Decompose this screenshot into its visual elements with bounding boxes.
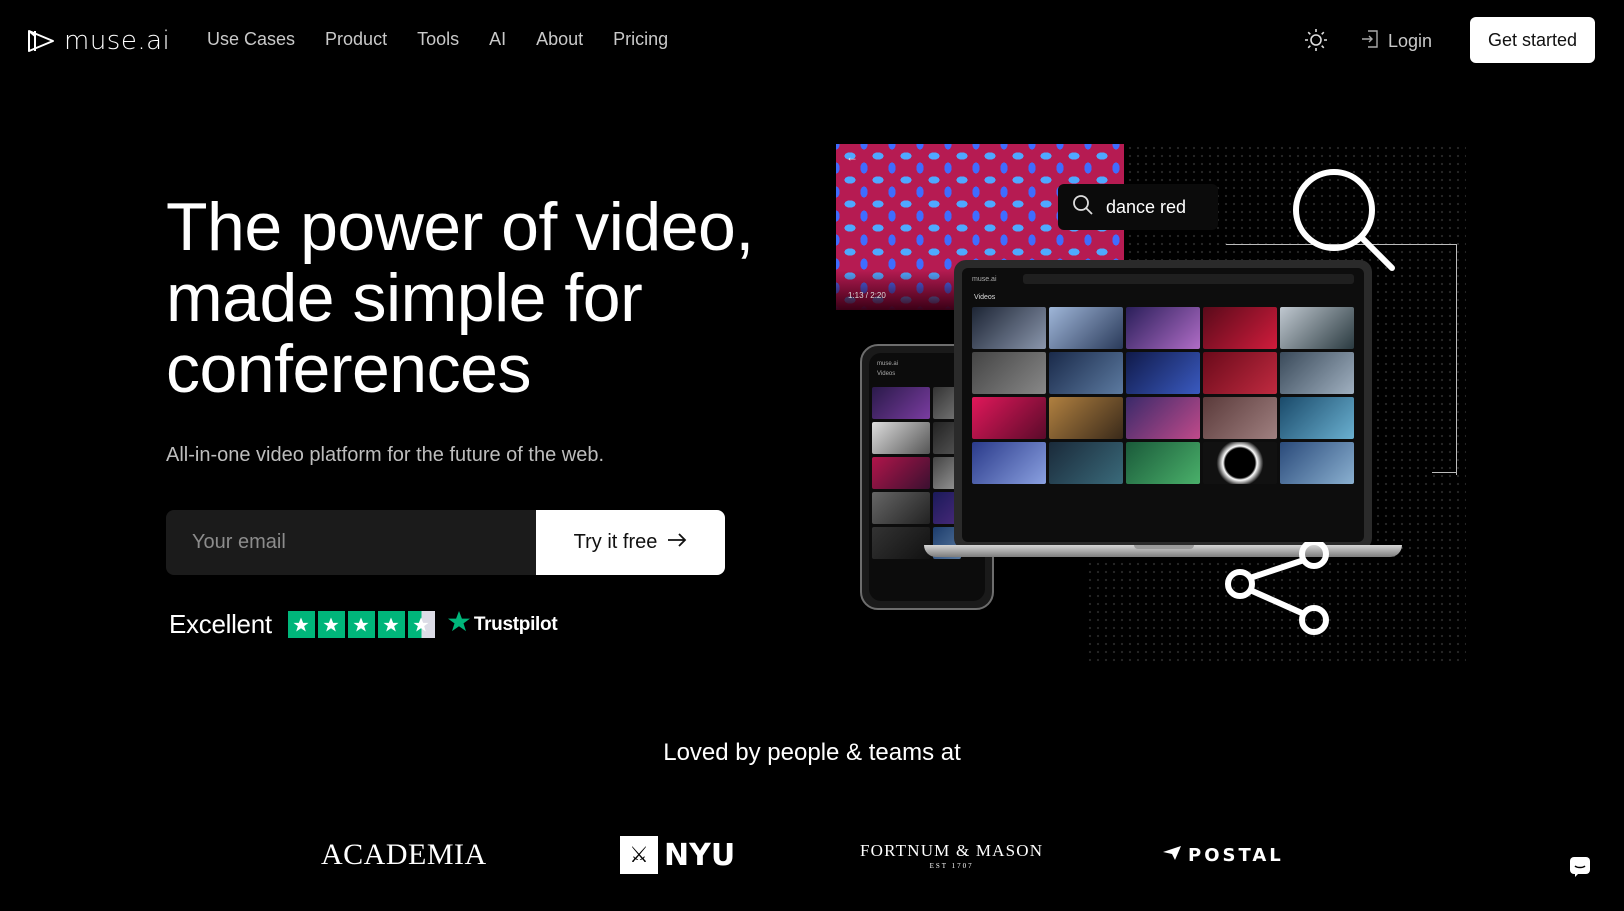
video-tile (972, 442, 1046, 484)
video-tile (872, 492, 930, 524)
muse-logo-icon (26, 28, 56, 54)
sun-icon[interactable] (1304, 28, 1328, 52)
video-timestamp: 1:13 / 2:20 (848, 291, 886, 300)
video-tile (1049, 352, 1123, 394)
video-tile (972, 307, 1046, 349)
rating-stars (287, 611, 435, 638)
postal-logo: POSTAL (1162, 830, 1284, 880)
fortnum-text: FORTNUM & MASON (860, 840, 1044, 860)
rating-word: Excellent (169, 609, 272, 639)
search-query: dance red (1106, 196, 1187, 217)
search-icon (1072, 194, 1094, 221)
login-label: Login (1388, 31, 1433, 51)
video-tile (872, 527, 930, 559)
video-tile (1126, 442, 1200, 484)
video-tile (872, 457, 930, 489)
phone-video-grid (872, 387, 961, 559)
academia-logo: ACADEMIA (321, 838, 487, 871)
nav-about[interactable]: About (536, 29, 583, 50)
hero-illustration: ← 1:13 / 2:20 dance red muse.ai Videos m… (836, 144, 1466, 664)
video-tile (1126, 307, 1200, 349)
hero-title-line-1: The power of video, (166, 189, 754, 265)
phone-section-label: Videos (877, 371, 896, 377)
nyu-logo: ⚔ NYU (620, 830, 735, 880)
paper-plane-icon (1162, 845, 1182, 866)
hero-subtitle: All-in-one video platform for the future… (166, 444, 605, 466)
nyu-text: NYU (664, 837, 736, 873)
video-tile (1280, 352, 1354, 394)
customer-logos: ACADEMIA ⚔ NYU FORTNUM & MASON EST 1707 … (0, 830, 1624, 880)
phone-header: muse.ai Videos (877, 361, 899, 377)
trustpilot-rating[interactable]: Excellent Trustpilot (169, 609, 558, 640)
trustpilot-brand: Trustpilot (447, 610, 558, 639)
laptop-mockup: muse.ai Videos (924, 260, 1402, 562)
nav-product[interactable]: Product (325, 29, 387, 50)
star-icon (317, 611, 345, 638)
frame-bracket-bottom (1432, 448, 1456, 473)
nav-use-cases[interactable]: Use Cases (207, 29, 295, 50)
chat-icon[interactable] (1568, 855, 1594, 881)
site-header: muse.ai Use Cases Product Tools AI About… (0, 0, 1624, 80)
video-tile (1203, 397, 1277, 439)
back-arrow-icon: ← (846, 150, 858, 164)
video-tile (1049, 307, 1123, 349)
main-nav: Use Cases Product Tools AI About Pricing (207, 29, 698, 50)
laptop-toolbar: muse.ai (962, 268, 1364, 290)
torch-icon: ⚔ (620, 836, 658, 874)
video-tile (1126, 352, 1200, 394)
share-icon (1220, 539, 1340, 647)
video-tile (872, 422, 930, 454)
hero-title: The power of video, made simple for conf… (166, 192, 826, 405)
fortnum-est: EST 1707 (929, 861, 974, 870)
video-tile (1280, 397, 1354, 439)
nav-pricing[interactable]: Pricing (613, 29, 668, 50)
video-tile (1280, 442, 1354, 484)
nav-tools[interactable]: Tools (417, 29, 459, 50)
arrow-right-icon (667, 531, 687, 554)
star-icon (377, 611, 405, 638)
video-tile (1203, 307, 1277, 349)
email-input[interactable] (166, 510, 536, 575)
video-tile (872, 387, 930, 419)
laptop-screen: muse.ai Videos (962, 268, 1364, 542)
logo-text: muse.ai (64, 26, 171, 56)
hero-title-line-3: conferences (166, 331, 531, 407)
trustpilot-name: Trustpilot (473, 613, 558, 635)
half-star-icon (407, 611, 435, 638)
try-it-free-button[interactable]: Try it free (536, 510, 725, 575)
nav-ai[interactable]: AI (489, 29, 506, 50)
video-tile (1049, 442, 1123, 484)
try-label: Try it free (573, 531, 658, 553)
logo[interactable]: muse.ai (26, 26, 170, 56)
get-started-button[interactable]: Get started (1470, 17, 1595, 63)
fortnum-mason-logo: FORTNUM & MASON EST 1707 (860, 830, 1043, 880)
video-tile (1203, 442, 1277, 484)
postal-text: POSTAL (1188, 844, 1284, 866)
social-proof-heading: Loved by people & teams at (663, 739, 961, 766)
hero-title-line-2: made simple for (166, 260, 643, 336)
search-chip: dance red (1058, 184, 1218, 230)
video-tile (972, 352, 1046, 394)
laptop-section-label: Videos (974, 294, 996, 301)
video-tile (1203, 352, 1277, 394)
trustpilot-star-icon (447, 610, 471, 639)
video-tile (972, 397, 1046, 439)
signup-form: Try it free (166, 510, 725, 575)
login-icon (1360, 29, 1380, 54)
laptop-video-grid (962, 307, 1364, 484)
login-link[interactable]: Login (1360, 29, 1432, 54)
video-tile (1049, 397, 1123, 439)
video-tile (1280, 307, 1354, 349)
star-icon (347, 611, 375, 638)
star-icon (287, 611, 315, 638)
laptop-search-bar (1022, 274, 1354, 284)
video-tile (1126, 397, 1200, 439)
